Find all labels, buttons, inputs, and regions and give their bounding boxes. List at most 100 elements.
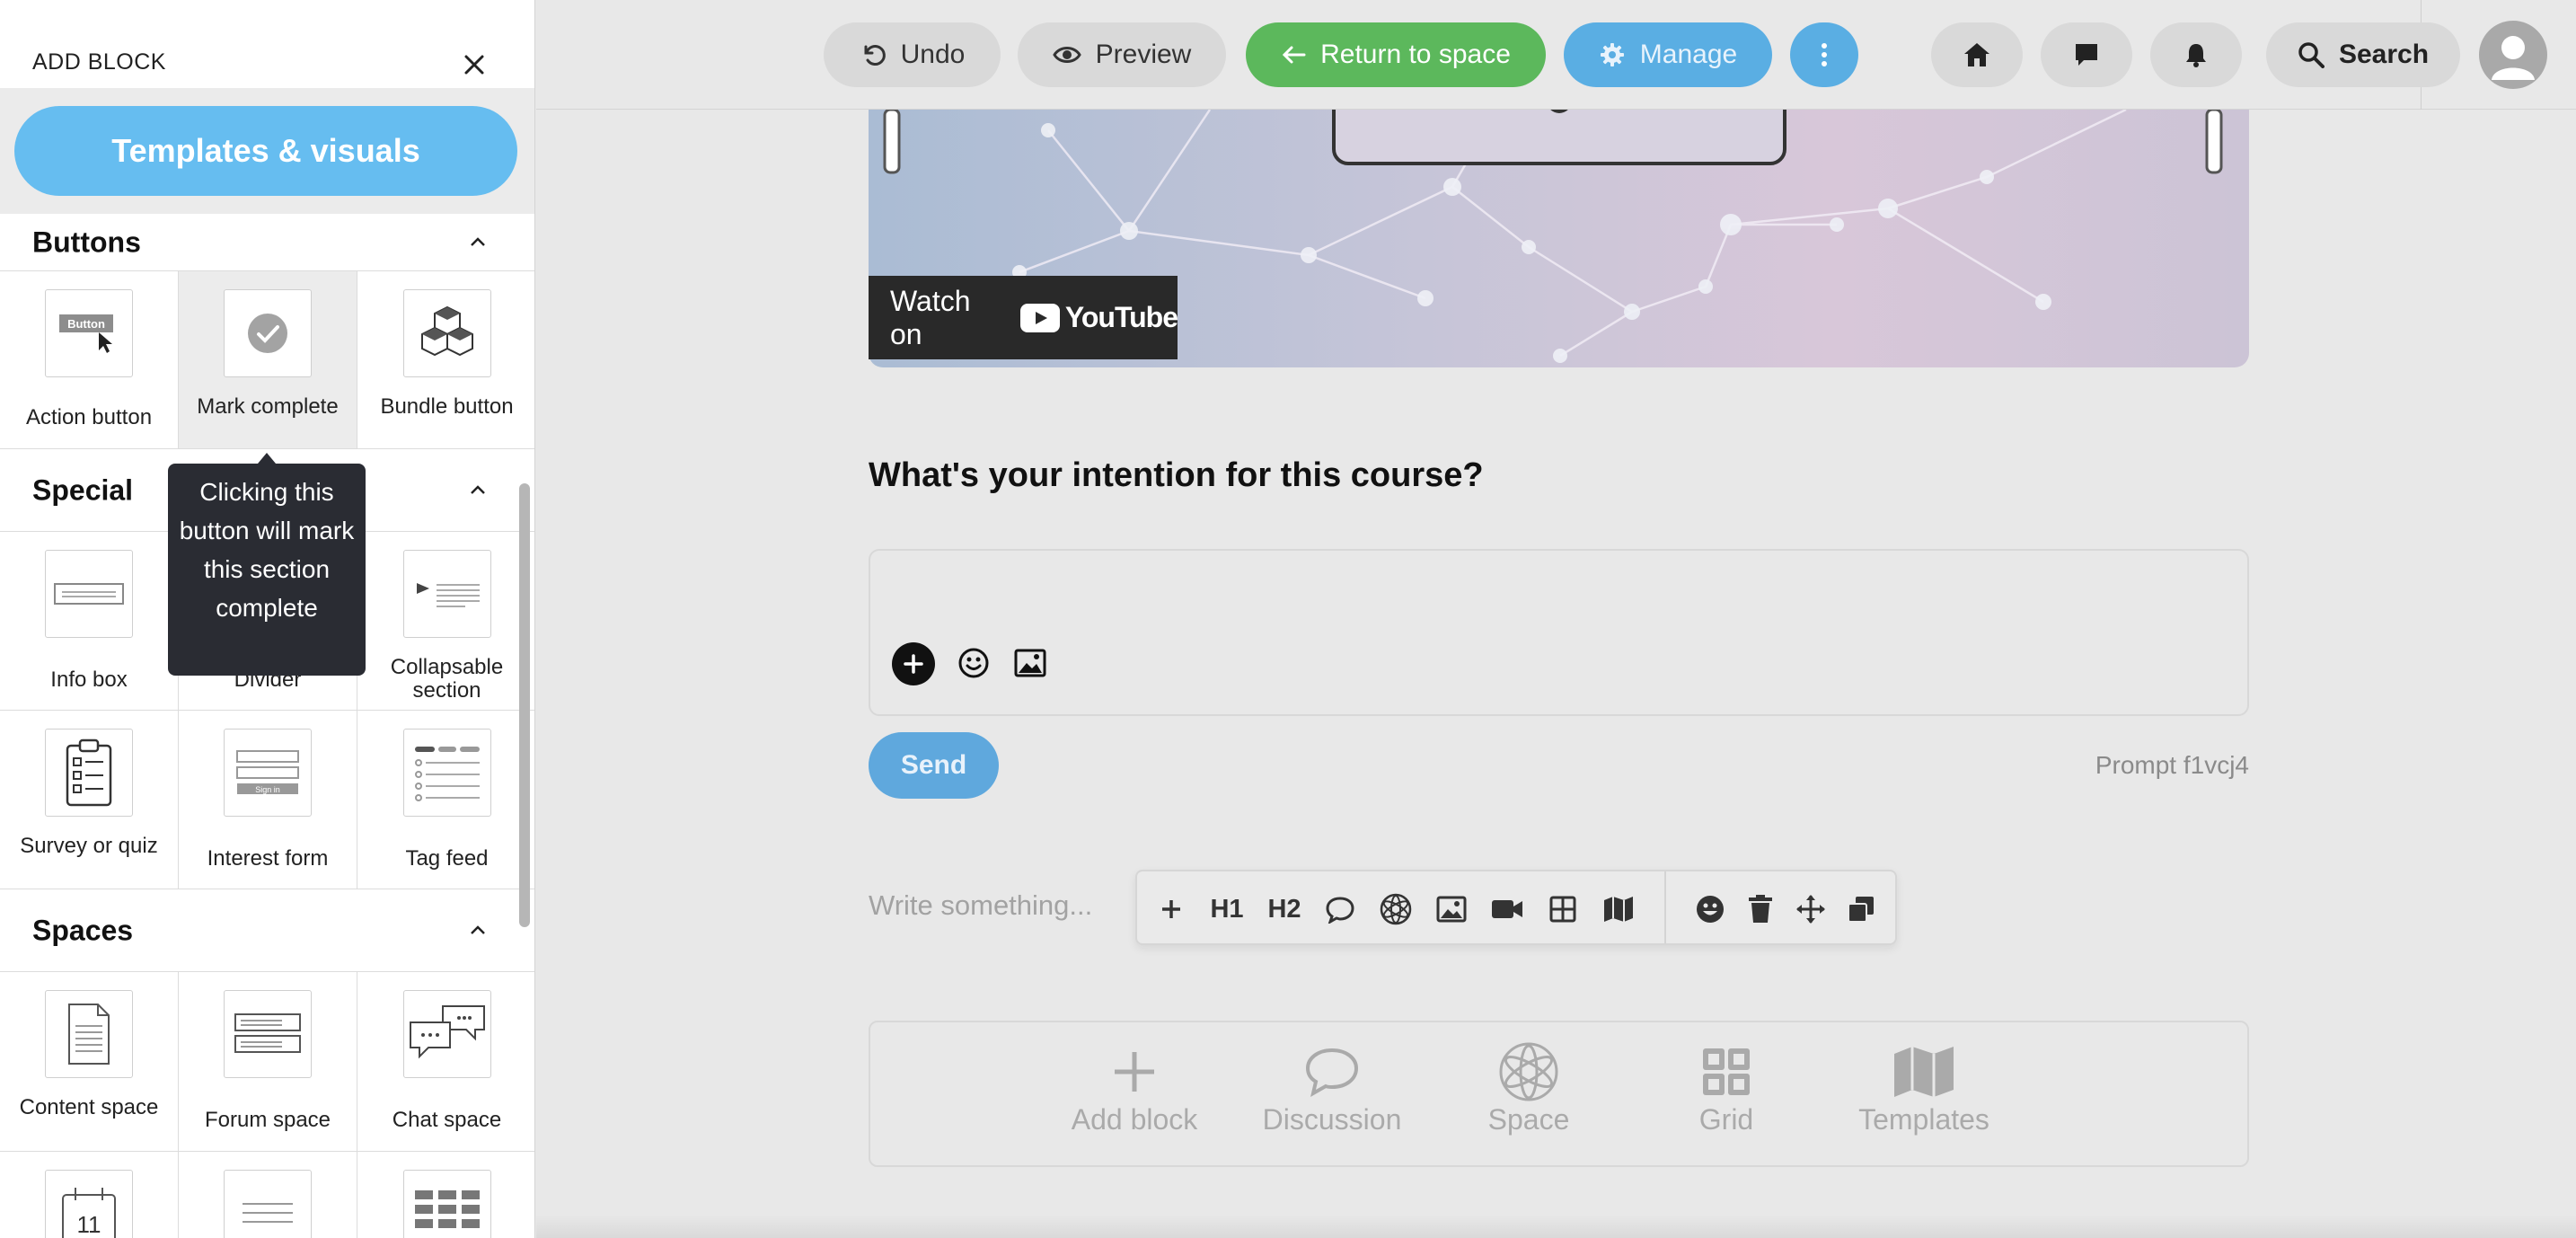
space-label: Space (1487, 1103, 1570, 1136)
watch-on-label: Watch on (890, 284, 971, 350)
tile-interest-form[interactable]: Sign in Interest form (179, 711, 357, 889)
add-circle-icon[interactable] (892, 642, 935, 685)
tile-label: Info box (50, 668, 128, 692)
section-title-special: Special (32, 473, 134, 506)
add-block-label: Add block (1071, 1103, 1198, 1136)
search-icon (2298, 42, 2325, 68)
top-bar: Undo Preview Return to space Manage Sear… (536, 0, 2576, 110)
emoji-icon[interactable] (957, 646, 991, 680)
grid-icon[interactable] (1545, 891, 1581, 927)
return-to-space-button[interactable]: Return to space (1246, 22, 1546, 87)
home-button[interactable] (1931, 22, 2023, 87)
eye-icon (1052, 47, 1081, 63)
grid-option[interactable]: Grid (1645, 1040, 1807, 1136)
speech-bubble-icon[interactable] (1322, 891, 1358, 927)
toolbar-separator (1664, 871, 1666, 943)
tile-label: Content space (19, 1095, 159, 1119)
tile-chat-space[interactable]: Chat space (357, 972, 534, 1152)
send-button[interactable]: Send (869, 732, 999, 799)
close-icon[interactable] (456, 47, 492, 83)
search-label: Search (2338, 40, 2430, 69)
templates-label: Templates (1858, 1103, 1989, 1136)
cubes-icon (402, 289, 491, 377)
plus-icon[interactable] (1153, 891, 1189, 927)
list-icon (224, 1170, 312, 1238)
clipboard-icon (45, 729, 133, 817)
undo-label: Undo (900, 40, 966, 69)
avatar[interactable] (2479, 21, 2547, 89)
chevron-up-icon[interactable] (467, 232, 489, 253)
image-icon[interactable] (1014, 648, 1046, 678)
tile-calendar[interactable]: 11 (0, 1152, 179, 1238)
block-toolbar: H1 H2 (1135, 870, 1897, 945)
watch-on-youtube-button[interactable]: Watch on YouTube (869, 276, 1178, 359)
tile-info-box[interactable]: Info box (0, 532, 179, 711)
bottom-shade (536, 1215, 2576, 1238)
tile-content-space[interactable]: Content space (0, 972, 179, 1152)
bell-icon (2186, 44, 2206, 67)
chat-bubbles-icon (402, 990, 491, 1078)
sidebar-scrollbar[interactable] (519, 483, 530, 927)
video-camera-icon[interactable] (1489, 891, 1525, 927)
grid-icon (1703, 1048, 1750, 1095)
tile-grid[interactable] (357, 1152, 534, 1238)
form-icon: Sign in (224, 729, 312, 817)
section-spaces[interactable]: Spaces (0, 889, 534, 972)
speech-bubble-icon (1305, 1048, 1359, 1097)
tile-collapsable-section[interactable]: Collapsable section (357, 532, 534, 711)
chat-icon (2076, 44, 2097, 66)
svg-text:Sign in: Sign in (255, 785, 280, 794)
trash-icon[interactable] (1742, 891, 1778, 927)
add-block-option[interactable]: Add block (1054, 1040, 1215, 1136)
space-flower-icon[interactable] (1378, 891, 1414, 927)
tile-tag-feed[interactable]: Tag feed (357, 711, 534, 889)
preview-button[interactable]: Preview (1018, 22, 1226, 87)
undo-button[interactable]: Undo (824, 22, 1001, 87)
space-option[interactable]: Space (1448, 1040, 1610, 1136)
tile-label: Tag feed (405, 846, 489, 871)
checkmark-circle-icon (224, 289, 312, 377)
more-options-button[interactable] (1790, 22, 1858, 87)
duplicate-icon[interactable] (1843, 891, 1879, 927)
tile-action-button[interactable]: Button Action button (0, 271, 179, 449)
write-something-input[interactable]: Write something... (869, 889, 1092, 922)
tile-label: Collapsable section (390, 655, 504, 703)
manage-button[interactable]: Manage (1564, 22, 1772, 87)
response-editor[interactable] (869, 549, 2249, 716)
tile-forum-space[interactable]: Forum space (179, 972, 357, 1152)
section-title-buttons: Buttons (32, 225, 141, 258)
heading-2-button[interactable]: H2 (1266, 891, 1302, 927)
tile-mark-complete[interactable]: Mark complete (179, 271, 357, 449)
section-title-spaces: Spaces (32, 914, 134, 946)
image-icon[interactable] (1434, 891, 1469, 927)
move-arrows-icon[interactable] (1793, 891, 1829, 927)
messages-button[interactable] (2041, 22, 2132, 87)
discussion-option[interactable]: Discussion (1251, 1040, 1413, 1136)
search-button[interactable]: Search (2266, 22, 2460, 87)
notifications-button[interactable] (2150, 22, 2242, 87)
tile-label: Forum space (204, 1108, 331, 1132)
manage-label: Manage (1639, 40, 1738, 69)
map-icon[interactable] (1601, 891, 1636, 927)
svg-text:11: 11 (77, 1211, 101, 1238)
heading-1-button[interactable]: H1 (1209, 891, 1245, 927)
prompt-question: What's your intention for this course? (869, 456, 1484, 494)
templates-option[interactable]: Templates (1843, 1040, 2005, 1136)
tile-list[interactable] (179, 1152, 357, 1238)
tile-bundle-button[interactable]: Bundle button (357, 271, 534, 449)
sidebar-title: ADD BLOCK (32, 49, 166, 75)
section-buttons[interactable]: Buttons (0, 214, 534, 271)
templates-visuals-button[interactable]: Templates & visuals (14, 106, 517, 196)
tile-label: Chat space (392, 1108, 502, 1132)
youtube-play-icon (1019, 303, 1060, 332)
home-icon (1964, 43, 1989, 66)
chevron-up-icon[interactable] (467, 920, 489, 942)
add-block-bar: Add block Discussion Space Grid Template… (869, 1021, 2249, 1167)
space-flower-icon (1499, 1042, 1558, 1101)
emoji-icon[interactable] (1692, 891, 1728, 927)
tile-label: Mark complete (197, 394, 339, 419)
forum-icon (224, 990, 312, 1078)
tile-survey-quiz[interactable]: Survey or quiz (0, 711, 179, 889)
map-icon (1894, 1047, 1954, 1097)
chevron-up-icon[interactable] (467, 480, 489, 501)
